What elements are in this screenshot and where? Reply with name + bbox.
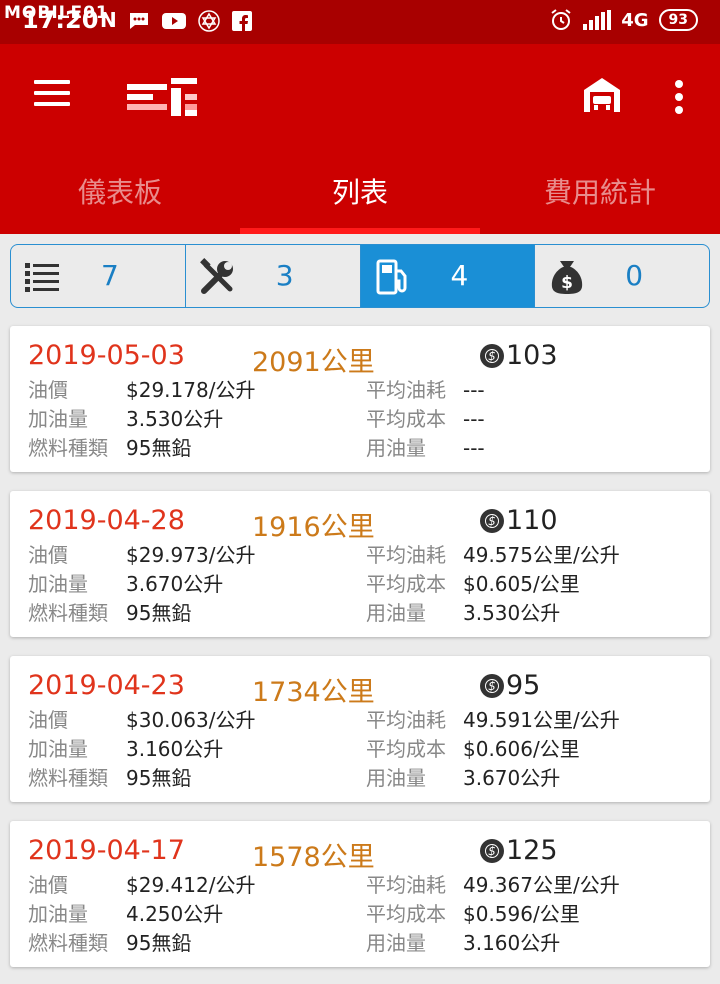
tab-bar: 儀表板 列表 費用統計 — [0, 168, 720, 234]
filter-all-count: 7 — [101, 259, 119, 292]
record-date: 2019-04-28 — [28, 505, 185, 536]
avg-consumption-row: 平均油耗 49.591公里/公升 — [366, 708, 620, 732]
fuel-pump-icon — [376, 259, 406, 295]
record-cost: 103 — [480, 340, 558, 371]
active-tab-indicator — [240, 228, 480, 234]
youtube-icon — [162, 13, 186, 29]
record-type-filter: 7 3 4 $ 0 — [10, 244, 710, 308]
tab-expense-stats[interactable]: 費用統計 — [480, 168, 720, 234]
record-date: 2019-04-23 — [28, 670, 185, 701]
price-row: 油價 $29.973/公升 — [28, 543, 256, 567]
filter-expense[interactable]: $ 0 — [535, 245, 709, 307]
wrench-icon — [199, 258, 233, 294]
fuel-record-card[interactable]: 2019-04-23 1734公里 95 油價$30.063/公升 加油量3.1… — [10, 656, 710, 802]
fuel-record-card[interactable]: 2019-05-03 2091公里 103 油價$29.178/公升 加油量3.… — [10, 326, 710, 472]
more-vert-icon[interactable] — [672, 80, 686, 119]
used-row: 用油量 3.530公升 — [366, 601, 561, 625]
app-bar: 儀表板 列表 費用統計 — [0, 44, 720, 234]
fuel-type-row: 燃料種類 95無鉛 — [28, 766, 192, 790]
garage-icon[interactable] — [582, 76, 622, 114]
avg-consumption-row: 平均油耗 --- — [366, 378, 485, 402]
avg-consumption-row: 平均油耗 49.367公里/公升 — [366, 873, 620, 897]
record-date: 2019-05-03 — [28, 340, 185, 371]
price-row: 油價 $30.063/公升 — [28, 708, 256, 732]
record-odometer: 2091公里 — [252, 347, 375, 378]
volume-row: 加油量 3.530公升 — [28, 407, 224, 431]
fuel-type-row: 燃料種類 95無鉛 — [28, 436, 192, 460]
coin-icon — [480, 343, 504, 368]
avg-consumption-row: 平均油耗 49.575公里/公升 — [366, 543, 620, 567]
filter-maintenance-count: 3 — [275, 259, 294, 292]
signal-icon — [583, 10, 612, 30]
filter-fuel[interactable]: 4 — [360, 245, 536, 307]
record-odometer: 1578公里 — [252, 842, 375, 873]
tab-list[interactable]: 列表 — [240, 168, 480, 234]
battery-indicator: 93 — [658, 9, 698, 31]
used-row: 用油量 --- — [366, 436, 485, 460]
avg-cost-row: 平均成本 --- — [366, 407, 485, 431]
filter-fuel-count: 4 — [450, 259, 469, 292]
network-type: 4G — [621, 9, 649, 31]
coin-icon — [480, 838, 504, 863]
tab-dashboard[interactable]: 儀表板 — [0, 168, 240, 234]
record-date: 2019-04-17 — [28, 835, 185, 866]
money-bag-icon: $ — [552, 261, 583, 294]
volume-row: 加油量 3.670公升 — [28, 572, 224, 596]
watermark: MOBILE01 — [4, 3, 109, 23]
used-row: 用油量 3.670公升 — [366, 766, 561, 790]
fuel-type-row: 燃料種類 95無鉛 — [28, 601, 192, 625]
coin-icon — [480, 673, 504, 698]
avg-cost-row: 平均成本 $0.605/公里 — [366, 572, 580, 596]
price-row: 油價 $29.178/公升 — [28, 378, 256, 402]
used-row: 用油量 3.160公升 — [366, 931, 561, 955]
svg-text:$: $ — [561, 273, 573, 293]
menu-icon[interactable] — [34, 80, 70, 110]
volume-row: 加油量 3.160公升 — [28, 737, 224, 761]
fuel-record-card[interactable]: 2019-04-17 1578公里 125 油價$29.412/公升 加油量4.… — [10, 821, 710, 967]
avg-cost-row: 平均成本 $0.596/公里 — [366, 902, 580, 926]
status-bar: 17:20 MOBILE01 N 4G 93 — [0, 0, 720, 44]
volume-row: 加油量 4.250公升 — [28, 902, 224, 926]
star-of-david-icon — [198, 10, 220, 32]
facebook-icon — [232, 11, 252, 31]
filter-maintenance[interactable]: 3 — [186, 245, 361, 307]
filter-expense-count: 0 — [625, 259, 644, 292]
avg-cost-row: 平均成本 $0.606/公里 — [366, 737, 580, 761]
system-icons: 4G 93 — [549, 8, 698, 32]
fuel-record-card[interactable]: 2019-04-28 1916公里 110 油價$29.973/公升 加油量3.… — [10, 491, 710, 637]
filter-all[interactable]: 7 — [11, 245, 186, 307]
app-logo — [127, 78, 197, 116]
alarm-icon — [551, 9, 571, 30]
message-icon — [130, 13, 148, 29]
record-odometer: 1734公里 — [252, 677, 375, 708]
record-cost: 95 — [480, 670, 540, 701]
price-row: 油價 $29.412/公升 — [28, 873, 256, 897]
notification-icons — [128, 10, 252, 32]
fuel-type-row: 燃料種類 95無鉛 — [28, 931, 192, 955]
list-icon — [25, 263, 59, 292]
record-cost: 110 — [480, 505, 558, 536]
coin-icon — [480, 508, 504, 533]
record-cost: 125 — [480, 835, 558, 866]
notification-n-icon: N — [100, 8, 117, 32]
record-odometer: 1916公里 — [252, 512, 375, 543]
